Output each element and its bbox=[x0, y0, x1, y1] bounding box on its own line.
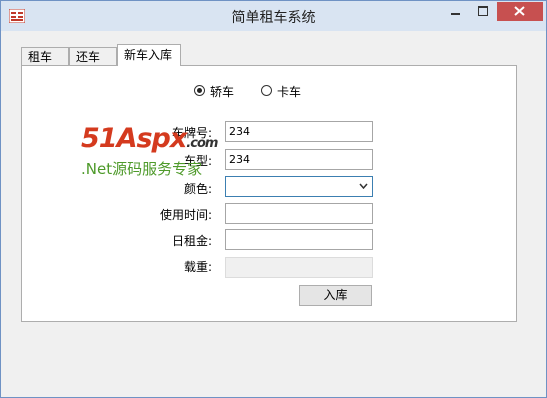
plate-input[interactable]: 234 bbox=[225, 121, 373, 142]
close-icon bbox=[514, 6, 525, 16]
maximize-button[interactable] bbox=[469, 2, 497, 21]
watermark-slogan: .Net源码服务专家 bbox=[81, 160, 203, 178]
tab-return[interactable]: 还车 bbox=[69, 47, 117, 65]
title-bar[interactable]: 简单租车系统 bbox=[1, 1, 546, 31]
radio-truck[interactable] bbox=[261, 85, 272, 96]
minimize-icon bbox=[451, 13, 460, 15]
model-input[interactable]: 234 bbox=[225, 149, 373, 170]
watermark-domain: .com bbox=[186, 136, 218, 151]
color-label: 颜色: bbox=[183, 182, 212, 196]
stock-in-button[interactable]: 入库 bbox=[299, 285, 372, 306]
watermark-logo: 51Aspx.com .Net源码服务专家 bbox=[81, 123, 218, 179]
chevron-down-icon bbox=[359, 183, 368, 189]
usage-time-input[interactable] bbox=[225, 203, 373, 224]
watermark-brand-text: 51Aspx bbox=[81, 123, 187, 154]
maximize-icon bbox=[478, 6, 488, 16]
tab-rent[interactable]: 租车 bbox=[21, 47, 69, 65]
new-car-panel: 轿车 卡车 车牌号: 234 车型: 234 颜色: 使用时间: 日租金: 载重… bbox=[21, 65, 517, 322]
daily-rent-label: 日租金: bbox=[171, 234, 212, 248]
color-select[interactable] bbox=[225, 176, 373, 197]
tab-new-car[interactable]: 新车入库 bbox=[117, 44, 181, 66]
radio-sedan[interactable] bbox=[194, 85, 205, 96]
load-input bbox=[225, 257, 373, 278]
daily-rent-input[interactable] bbox=[225, 229, 373, 250]
minimize-button[interactable] bbox=[441, 2, 469, 21]
watermark-brand: 51Aspx.com bbox=[81, 123, 218, 157]
usage-time-label: 使用时间: bbox=[159, 208, 212, 222]
radio-sedan-label[interactable]: 轿车 bbox=[210, 83, 234, 100]
load-label: 载重: bbox=[183, 260, 212, 274]
radio-truck-label[interactable]: 卡车 bbox=[277, 83, 301, 100]
radio-selected-dot bbox=[197, 88, 202, 93]
app-window: 简单租车系统 租车 还车 新车入库 轿车 卡车 车牌号: 234 车型: 234… bbox=[0, 0, 547, 398]
close-button[interactable] bbox=[497, 2, 543, 21]
